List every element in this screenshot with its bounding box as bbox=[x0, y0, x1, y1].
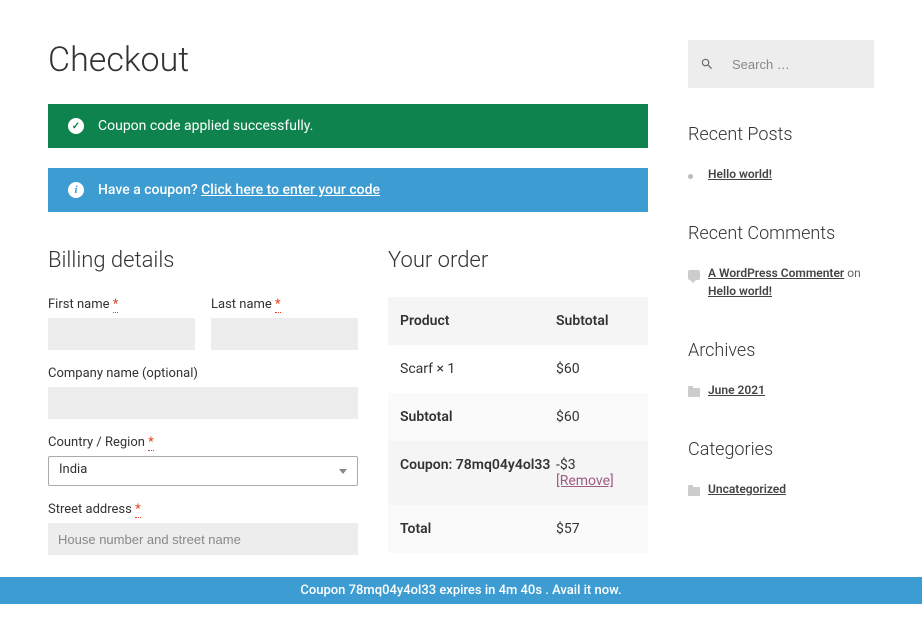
bullet-icon bbox=[688, 174, 693, 179]
info-icon bbox=[68, 182, 84, 198]
recent-comments-widget: Recent Comments A WordPress Commenter on… bbox=[688, 223, 874, 300]
recent-posts-widget: Recent Posts Hello world! bbox=[688, 124, 874, 183]
order-heading: Your order bbox=[388, 248, 648, 273]
categories-widget: Categories Uncategorized bbox=[688, 439, 874, 498]
search-icon bbox=[700, 57, 714, 71]
search-input[interactable] bbox=[722, 48, 862, 80]
order-coupon: Coupon: 78mq04y4ol33 -$3 [Remove] bbox=[388, 441, 648, 505]
search-box[interactable] bbox=[688, 40, 874, 88]
street-input[interactable] bbox=[48, 523, 358, 555]
billing-heading: Billing details bbox=[48, 248, 358, 273]
success-text: Coupon code applied successfully. bbox=[98, 118, 313, 134]
check-icon bbox=[68, 118, 84, 134]
last-name-input[interactable] bbox=[211, 318, 358, 350]
coupon-notice: Have a coupon? Click here to enter your … bbox=[48, 168, 648, 212]
company-label: Company name (optional) bbox=[48, 366, 358, 381]
order-subtotal: Subtotal $60 bbox=[388, 393, 648, 441]
category-link[interactable]: Uncategorized bbox=[708, 482, 786, 496]
folder-icon bbox=[688, 487, 700, 496]
recent-post-link[interactable]: Hello world! bbox=[708, 167, 772, 181]
country-label: Country / Region * bbox=[48, 435, 358, 450]
sidebar: Recent Posts Hello world! Recent Comment… bbox=[688, 40, 874, 571]
coupon-prompt: Have a coupon? bbox=[98, 182, 201, 198]
page-title: Checkout bbox=[48, 40, 648, 80]
order-header: Product Subtotal bbox=[388, 297, 648, 345]
first-name-label: First name * bbox=[48, 297, 195, 312]
order-total: Total $57 bbox=[388, 505, 648, 553]
coupon-toggle-link[interactable]: Click here to enter your code bbox=[201, 182, 380, 198]
archive-link[interactable]: June 2021 bbox=[708, 383, 765, 397]
order-line-item: Scarf × 1 $60 bbox=[388, 345, 648, 393]
folder-icon bbox=[688, 388, 700, 397]
billing-section: Billing details First name * Last name *… bbox=[48, 248, 358, 571]
coupon-expiry-banner: Coupon 78mq04y4ol33 expires in 4m 40s . … bbox=[0, 577, 922, 604]
comment-icon bbox=[688, 270, 700, 280]
country-select[interactable]: India bbox=[48, 456, 358, 486]
street-label: Street address * bbox=[48, 502, 358, 517]
first-name-input[interactable] bbox=[48, 318, 195, 350]
last-name-label: Last name * bbox=[211, 297, 358, 312]
commenter-link[interactable]: A WordPress Commenter bbox=[708, 266, 844, 280]
comment-post-link[interactable]: Hello world! bbox=[708, 284, 772, 298]
company-input[interactable] bbox=[48, 387, 358, 419]
order-section: Your order Product Subtotal Scarf × 1 $6… bbox=[388, 248, 648, 571]
archives-widget: Archives June 2021 bbox=[688, 340, 874, 399]
remove-coupon-link[interactable]: [Remove] bbox=[556, 473, 614, 489]
success-notice: Coupon code applied successfully. bbox=[48, 104, 648, 148]
